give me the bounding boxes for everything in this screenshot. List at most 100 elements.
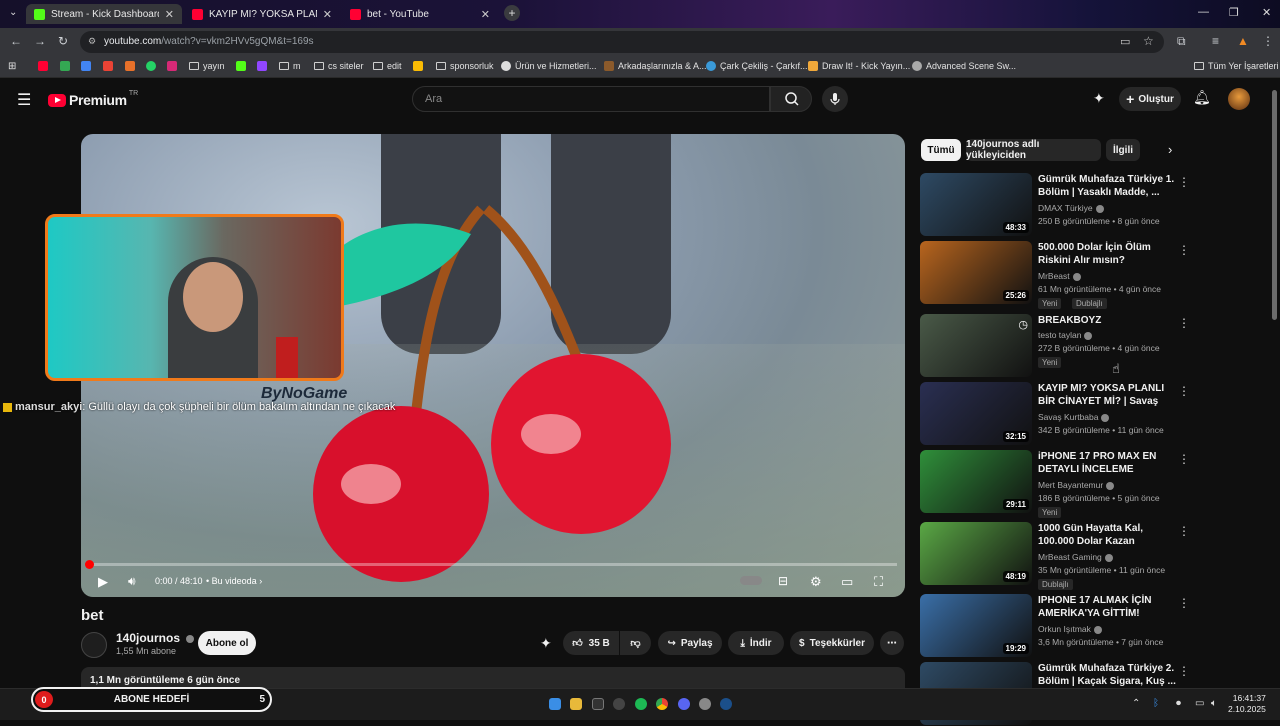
progress-scrubber[interactable] <box>85 560 94 569</box>
recommendation-title[interactable]: Gümrük Muhafaza Türkiye 2. Bölüm | Kaçak… <box>1038 662 1178 688</box>
close-tab-icon[interactable]: ✕ <box>165 8 174 21</box>
recommendation-channel[interactable]: Mert Bayantemur <box>1038 480 1115 490</box>
more-options-icon[interactable]: ⋮ <box>1178 384 1190 398</box>
bookmark-icon-drive2[interactable] <box>413 61 427 71</box>
close-tab-icon[interactable]: ✕ <box>323 8 332 21</box>
steam-alt-icon[interactable] <box>699 698 711 710</box>
discord-icon[interactable] <box>678 698 690 710</box>
reading-list-icon[interactable]: ≡ <box>1212 34 1219 48</box>
video-thumbnail[interactable]: 19:29 <box>920 594 1032 657</box>
more-options-icon[interactable]: ⋮ <box>1178 664 1190 678</box>
back-icon[interactable]: ← <box>10 34 22 48</box>
tray-chevron-icon[interactable]: ⌃ <box>1132 698 1140 709</box>
channel-name[interactable]: 140journos <box>116 631 195 645</box>
notifications-bell-icon[interactable]: 🔔︎ <box>1193 89 1211 106</box>
create-button[interactable]: + Oluştur <box>1119 87 1181 111</box>
terminal-icon[interactable] <box>592 698 604 710</box>
more-options-icon[interactable]: ⋮ <box>1178 316 1190 330</box>
chip-all[interactable]: Tümü <box>921 139 961 161</box>
more-options-icon[interactable]: ⋮ <box>1178 452 1190 466</box>
tab-bet-youtube[interactable]: bet - YouTube ✕ <box>342 4 498 24</box>
theater-mode-icon[interactable]: ▭ <box>841 574 853 590</box>
recommendation-title[interactable]: KAYIP MI? YOKSA PLANLI BİR CİNAYET Mİ? |… <box>1038 382 1178 409</box>
bookmark-icon-gmail[interactable] <box>103 61 117 71</box>
close-window-icon[interactable]: ✕ <box>1262 6 1271 19</box>
chip-related[interactable]: İlgili <box>1106 139 1140 161</box>
bookmark-cark-cekilis[interactable]: Çark Çekiliş - Çarkıf... <box>706 61 808 71</box>
like-button[interactable]: 👍︎ 35 B <box>563 631 619 655</box>
bookmark-m[interactable]: m <box>279 61 301 71</box>
recommendation-channel[interactable]: DMAX Türkiye <box>1038 203 1104 213</box>
channel-avatar[interactable] <box>81 632 107 658</box>
speaker-tray-icon[interactable]: 🔈︎ <box>1211 698 1217 709</box>
reload-icon[interactable]: ↻ <box>58 34 68 48</box>
bookmark-icon-send[interactable] <box>125 61 139 71</box>
chips-next-icon[interactable]: › <box>1168 142 1172 157</box>
recommendation-card[interactable]: 25:26 500.000 Dolar İçin Ölüm Riskini Alı… <box>920 241 1190 309</box>
recommendation-title[interactable]: BREAKBOYZ <box>1038 314 1178 327</box>
chrome-icon[interactable] <box>656 698 668 710</box>
recommendation-channel[interactable]: testo taylan <box>1038 330 1093 340</box>
ai-sparkle-icon[interactable]: ✦ <box>540 635 552 652</box>
cast-icon[interactable]: ▭ <box>1120 35 1130 48</box>
play-icon[interactable]: ▶ <box>98 574 108 590</box>
recommendation-title[interactable]: IPHONE 17 ALMAK İÇİN AMERİKA'YA GİTTİM! <box>1038 594 1178 620</box>
voice-search-button[interactable] <box>822 86 848 112</box>
bookmark-sponsorluk[interactable]: sponsorluk <box>436 61 494 71</box>
steam-icon[interactable] <box>720 698 732 710</box>
share-button[interactable]: ↪ Paylaş <box>658 631 722 655</box>
account-avatar[interactable] <box>1228 88 1250 110</box>
bookmark-icon-instagram[interactable] <box>167 61 181 71</box>
recommendation-title[interactable]: 500.000 Dolar İçin Ölüm Riskini Alır mıs… <box>1038 241 1178 267</box>
video-thumbnail[interactable]: 29:11 <box>920 450 1032 513</box>
recommendation-card[interactable]: 19:29 IPHONE 17 ALMAK İÇİN AMERİKA'YA GİT… <box>920 594 1190 658</box>
download-button[interactable]: ⤓ İndir <box>728 631 784 655</box>
profile-extension-icon[interactable]: ▲ <box>1237 34 1249 48</box>
more-options-icon[interactable]: ⋮ <box>1178 524 1190 538</box>
tab-kick-dashboard[interactable]: Stream - Kick Dashboard - ✕ <box>26 4 182 24</box>
search-input[interactable]: Ara <box>412 86 770 112</box>
autoplay-toggle[interactable] <box>740 576 762 585</box>
fullscreen-icon[interactable]: ⛶ <box>874 574 883 590</box>
bookmark-advanced-scene[interactable]: Advanced Scene Sw... <box>912 61 1016 71</box>
bookmark-icon-maps[interactable] <box>60 61 74 71</box>
display-tray-icon[interactable]: ▭ <box>1195 698 1204 709</box>
recommendation-channel[interactable]: Savaş Kurtbaba <box>1038 412 1110 422</box>
file-explorer-icon[interactable] <box>570 698 582 710</box>
apps-grid-icon[interactable]: ⊞ <box>8 61 16 72</box>
new-tab-button[interactable]: + <box>504 5 520 21</box>
close-tab-icon[interactable]: ✕ <box>481 8 490 21</box>
bookmark-icon-twitch[interactable] <box>257 61 271 71</box>
recommendation-channel[interactable]: Orkun Işıtmak <box>1038 624 1102 634</box>
recommendation-card[interactable]: 48:33 Gümrük Muhafaza Türkiye 1. Bölüm | … <box>920 173 1190 237</box>
video-thumbnail[interactable]: 25:26 <box>920 241 1032 304</box>
recommendation-card[interactable]: 29:11 iPHONE 17 PRO MAX EN DETAYLI İNCELE… <box>920 450 1190 518</box>
subscribe-button[interactable]: Abone ol <box>198 631 256 655</box>
page-scrollbar[interactable] <box>1272 90 1277 320</box>
bookmark-yayin[interactable]: yayın <box>189 61 225 71</box>
video-thumbnail[interactable]: 32:15 <box>920 382 1032 445</box>
extensions-icon[interactable]: ⧉ <box>1177 34 1186 49</box>
minimize-icon[interactable]: — <box>1198 6 1209 18</box>
forward-icon[interactable]: → <box>34 34 46 48</box>
tab-kayip-mi[interactable]: KAYIP MI? YOKSA PLANLI BİR C ✕ <box>184 4 340 24</box>
windows-start-icon[interactable] <box>549 698 561 710</box>
bookmark-icon-kick[interactable] <box>236 61 250 71</box>
browser-menu-icon[interactable]: ⋮ <box>1262 34 1274 48</box>
video-thumbnail[interactable]: 48:33 <box>920 173 1032 236</box>
chapter-label[interactable]: • Bu videoda › <box>206 576 262 586</box>
bookmark-cs-siteler[interactable]: cs siteler <box>314 61 364 71</box>
search-button[interactable] <box>770 86 812 112</box>
progress-bar[interactable] <box>89 563 897 566</box>
bookmark-icon-drive[interactable] <box>81 61 95 71</box>
recommendation-channel[interactable]: MrBeast Gaming <box>1038 552 1113 562</box>
taskbar-clock[interactable]: 16:41:37 2.10.2025 <box>1228 693 1266 715</box>
bookmark-icon-whatsapp[interactable] <box>146 61 160 71</box>
recommendation-title[interactable]: 1000 Gün Hayatta Kal, 100.000 Dolar Kaza… <box>1038 522 1178 548</box>
recommendation-title[interactable]: iPHONE 17 PRO MAX EN DETAYLI İNCELEME <box>1038 450 1178 476</box>
tab-list-chevron-icon[interactable]: ⌄ <box>9 7 17 18</box>
bluetooth-icon[interactable]: ᛒ <box>1153 698 1159 709</box>
recommendation-card[interactable]: ◷ BREAKBOYZ testo taylan 272 B görüntüleme … <box>920 314 1190 378</box>
microphone-tray-icon[interactable]: ⏺ <box>1176 698 1181 709</box>
video-thumbnail[interactable]: 48:19 <box>920 522 1032 585</box>
